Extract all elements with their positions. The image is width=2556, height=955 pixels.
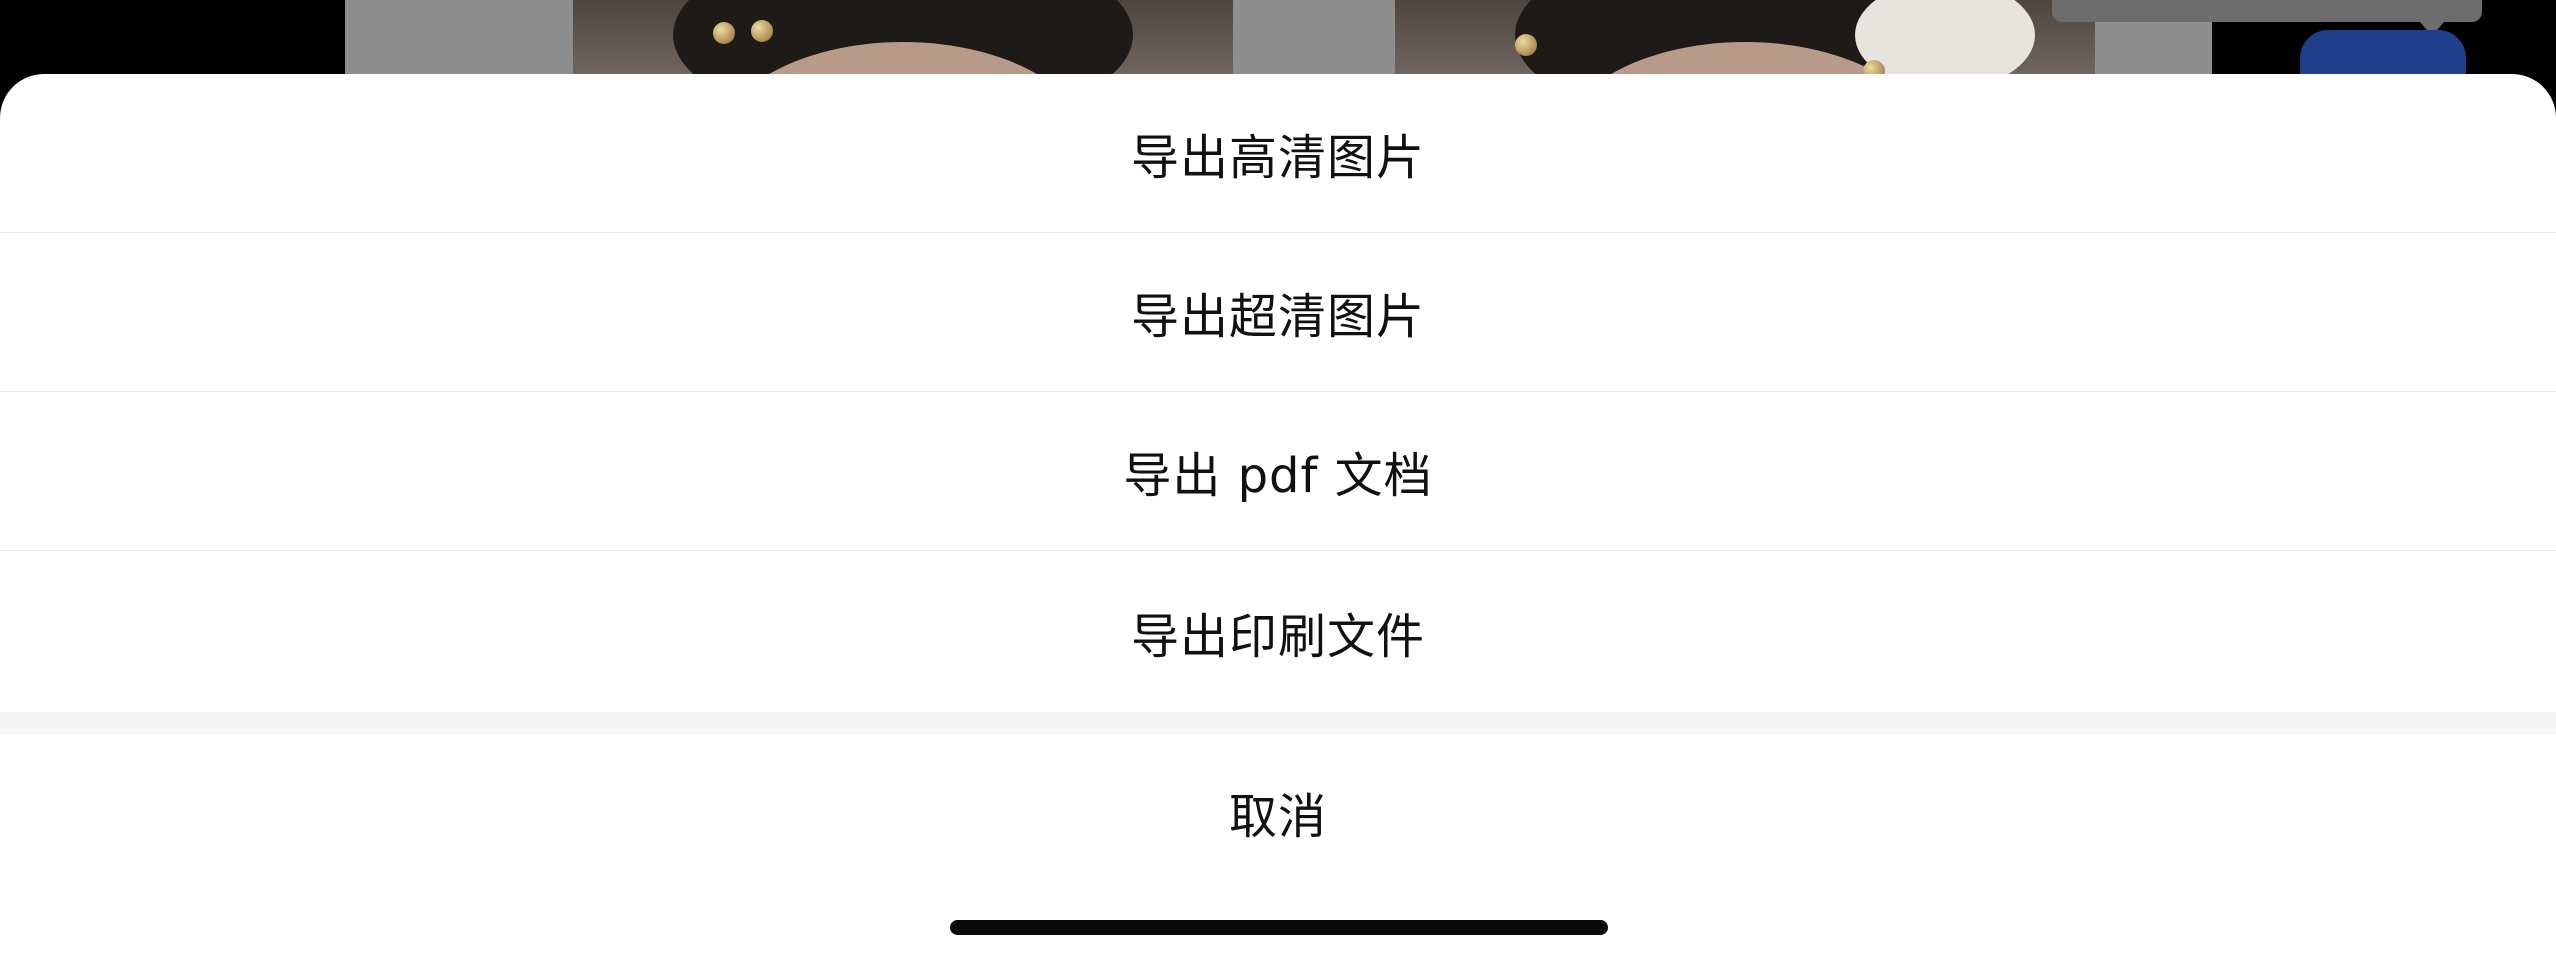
export-ultra-hd-image-option[interactable]: 导出超清图片 — [0, 233, 2556, 392]
hair-ornament-icon — [713, 22, 735, 44]
hair-ornament-icon — [1515, 34, 1537, 56]
screen: 导出高清图片 导出超清图片 导出 pdf 文档 导出印刷文件 取消 — [0, 0, 2556, 955]
export-pdf-document-option[interactable]: 导出 pdf 文档 — [0, 392, 2556, 551]
action-sheet: 导出高清图片 导出超清图片 导出 pdf 文档 导出印刷文件 取消 — [0, 74, 2556, 955]
hair-ornament-icon — [751, 20, 773, 42]
export-print-file-option[interactable]: 导出印刷文件 — [0, 551, 2556, 712]
sheet-separator — [0, 712, 2556, 734]
background-tooltip — [2052, 0, 2482, 22]
home-indicator[interactable] — [950, 920, 1608, 935]
cancel-button[interactable]: 取消 — [0, 734, 2556, 889]
export-hd-image-option[interactable]: 导出高清图片 — [0, 74, 2556, 233]
